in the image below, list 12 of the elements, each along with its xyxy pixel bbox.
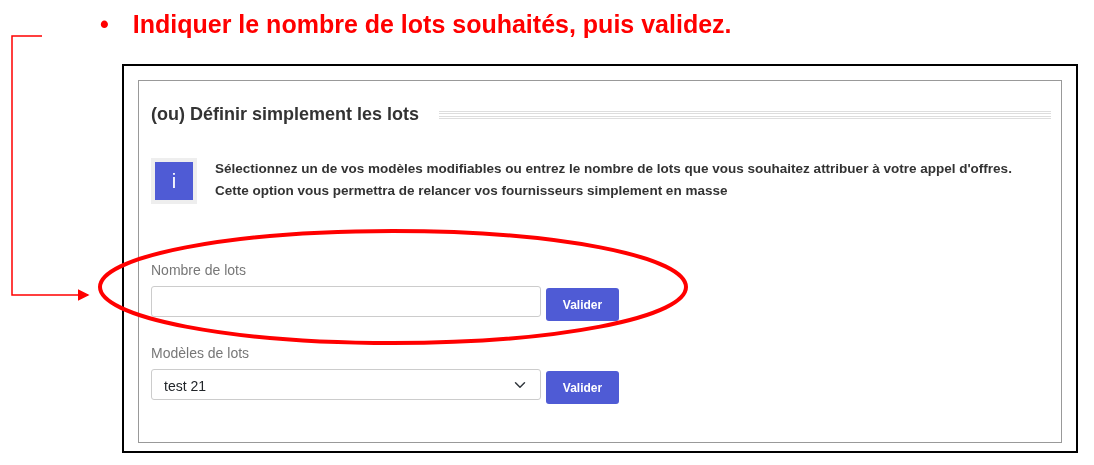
- field-label: Nombre de lots: [151, 261, 247, 280]
- instruction-text: Indiquer le nombre de lots souhaités, puis validez.: [132, 9, 732, 40]
- section-title: (ou) Définir simplement les lots: [151, 103, 420, 126]
- info-text: Sélectionnez un de vos modèles modifiables ou entrez le nombre de lots que vous souhaitez attribuer à votre appel d'offres.: [215, 160, 1012, 178]
- number-input[interactable]: [151, 286, 541, 317]
- validate-button[interactable]: Valider: [546, 371, 619, 404]
- bullet-mark: •: [100, 9, 109, 40]
- field-label: Modèles de lots: [151, 344, 251, 363]
- info-text: Cette option vous permettra de relancer vos fournisseurs simplement en masse: [215, 182, 729, 200]
- validate-button[interactable]: Valider: [546, 288, 619, 321]
- model-select[interactable]: test 21: [151, 369, 541, 400]
- info-icon: i: [151, 158, 197, 204]
